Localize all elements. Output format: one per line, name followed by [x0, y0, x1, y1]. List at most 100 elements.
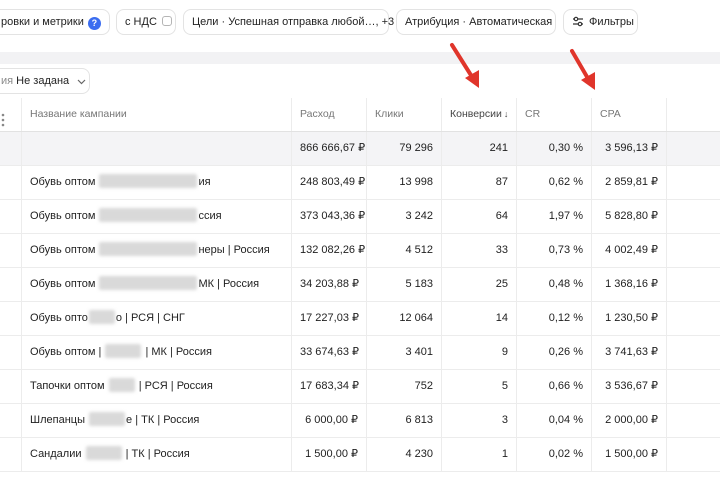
total-conversions: 241: [442, 132, 517, 165]
campaign-name[interactable]: Обувь оптом ссия: [22, 200, 292, 233]
campaign-name[interactable]: Обувь оптом | | МК | Россия: [22, 336, 292, 369]
column-header-clicks[interactable]: Клики: [367, 98, 442, 131]
row-filler: [667, 336, 720, 369]
filters-button[interactable]: Фильтры: [563, 9, 638, 35]
campaign-name-start: Обувь опто: [30, 312, 88, 324]
column-menu-icon: [1, 108, 5, 131]
total-row: 866 666,67 ₽ 79 296 241 0,30 % 3 596,13 …: [0, 132, 720, 166]
conversions-cell: 33: [442, 234, 517, 267]
clicks-cell: 6 813: [367, 404, 442, 437]
redacted-text: [89, 412, 126, 426]
spend-cell: 373 043,36 ₽: [292, 200, 367, 233]
campaign-name[interactable]: Обувь оптом МК | Россия: [22, 268, 292, 301]
table-row[interactable]: Обувь оптом МК | Россия 34 203,88 ₽ 5 18…: [0, 268, 720, 302]
redacted-text: [88, 310, 115, 324]
campaign-name-start: Сандалии: [30, 448, 82, 460]
conversions-cell: 14: [442, 302, 517, 335]
clicks-cell: 13 998: [367, 166, 442, 199]
attribution-selector[interactable]: Атрибуция · Автоматическая: [396, 9, 556, 35]
campaign-name[interactable]: Обувь оптом неры | Россия: [22, 234, 292, 267]
campaign-name-start: Тапочки оптом: [30, 380, 105, 392]
row-gutter: [0, 200, 22, 233]
metrics-settings-label: ровки и метрики: [1, 16, 84, 28]
redacted-text: [105, 344, 142, 358]
table-row[interactable]: Сандалии | ТК | Россия 1 500,00 ₽ 4 230 …: [0, 438, 720, 472]
row-filler: [667, 302, 720, 335]
vat-toggle-button[interactable]: с НДС: [116, 9, 176, 35]
row-filler: [667, 200, 720, 233]
spend-cell: 6 000,00 ₽: [292, 404, 367, 437]
redacted-text: [99, 276, 198, 290]
cpa-cell: 1 500,00 ₽: [592, 438, 667, 471]
cr-cell: 0,04 %: [517, 404, 592, 437]
spend-cell: 248 803,49 ₽: [292, 166, 367, 199]
row-gutter: [0, 370, 22, 403]
campaign-name-start: Обувь оптом: [30, 244, 96, 256]
clicks-cell: 3 401: [367, 336, 442, 369]
section-divider: [0, 52, 720, 64]
cr-cell: 0,02 %: [517, 438, 592, 471]
column-header-cr[interactable]: CR: [517, 98, 592, 131]
campaign-name[interactable]: Тапочки оптом | РСЯ | Россия: [22, 370, 292, 403]
report-toolbar: ровки и метрики? с НДС Цели · Успешная о…: [0, 0, 720, 52]
campaign-name-end: ия: [198, 176, 211, 188]
cpa-cell: 1 368,16 ₽: [592, 268, 667, 301]
cr-cell: 0,12 %: [517, 302, 592, 335]
metrics-settings-button[interactable]: ровки и метрики?: [0, 9, 110, 35]
help-icon[interactable]: ?: [87, 17, 101, 30]
cpa-cell: 5 828,80 ₽: [592, 200, 667, 233]
row-gutter: [0, 302, 22, 335]
cpa-cell: 2 000,00 ₽: [592, 404, 667, 437]
table-row[interactable]: Обувь оптом ссия 373 043,36 ₽ 3 242 64 1…: [0, 200, 720, 234]
conversions-header-label: Конверсии: [450, 108, 502, 120]
goals-selector[interactable]: Цели · Успешная отправка любой…, +3: [183, 9, 394, 35]
cr-cell: 0,66 %: [517, 370, 592, 403]
campaign-name-start: Обувь оптом: [30, 210, 96, 222]
grouping-selector[interactable]: ия Не задана: [0, 68, 90, 94]
campaign-name[interactable]: Шлепанцы е | ТК | Россия: [22, 404, 292, 437]
campaign-name-start: Обувь оптом: [30, 278, 96, 290]
cr-cell: 0,73 %: [517, 234, 592, 267]
campaign-name-end: | ТК | Россия: [125, 448, 190, 460]
clicks-cell: 4 230: [367, 438, 442, 471]
redacted-text: [85, 446, 122, 460]
column-header-spend[interactable]: Расход: [292, 98, 367, 131]
campaign-name[interactable]: Обувь оптом ия: [22, 166, 292, 199]
vat-toggle-icon[interactable]: [161, 16, 172, 26]
grouping-label: ия: [1, 75, 14, 87]
campaign-name-end: | МК | Россия: [145, 346, 212, 358]
row-filler: [667, 132, 720, 165]
row-gutter: [0, 404, 22, 437]
spend-cell: 132 082,26 ₽: [292, 234, 367, 267]
row-gutter: [0, 166, 22, 199]
column-header-cpa[interactable]: CPA: [592, 98, 667, 131]
cpa-cell: 4 002,49 ₽: [592, 234, 667, 267]
campaign-name-end: неры | Россия: [198, 244, 270, 256]
filter-icon: [572, 12, 584, 36]
campaign-name-start: Шлепанцы: [30, 414, 85, 426]
table-row[interactable]: Тапочки оптом | РСЯ | Россия 17 683,34 ₽…: [0, 370, 720, 404]
column-header-campaign[interactable]: Название кампании: [22, 98, 292, 131]
redacted-text: [99, 208, 198, 222]
table-row[interactable]: Шлепанцы е | ТК | Россия 6 000,00 ₽ 6 81…: [0, 404, 720, 438]
column-header-conversions[interactable]: Конверсии ↓: [442, 98, 517, 131]
campaign-name[interactable]: Обувь опто о | РСЯ | СНГ: [22, 302, 292, 335]
table-row[interactable]: Обувь опто о | РСЯ | СНГ 17 227,03 ₽ 12 0…: [0, 302, 720, 336]
table-row[interactable]: Обувь оптом | | МК | Россия 33 674,63 ₽ …: [0, 336, 720, 370]
redacted-text: [99, 174, 198, 188]
table-row[interactable]: Обувь оптом неры | Россия 132 082,26 ₽ 4…: [0, 234, 720, 268]
row-filler: [667, 166, 720, 199]
filters-label: Фильтры: [589, 16, 634, 28]
spend-cell: 34 203,88 ₽: [292, 268, 367, 301]
table-row[interactable]: Обувь оптом ия 248 803,49 ₽ 13 998 87 0,…: [0, 166, 720, 200]
redacted-text: [108, 378, 135, 392]
total-cr: 0,30 %: [517, 132, 592, 165]
redacted-text: [99, 242, 198, 256]
row-filler: [667, 268, 720, 301]
cpa-cell: 3 741,63 ₽: [592, 336, 667, 369]
campaign-name-start: Обувь оптом |: [30, 346, 102, 358]
column-menu-button[interactable]: [0, 98, 22, 131]
campaign-name-end: ссия: [198, 210, 222, 222]
row-gutter: [0, 438, 22, 471]
campaign-name[interactable]: Сандалии | ТК | Россия: [22, 438, 292, 471]
